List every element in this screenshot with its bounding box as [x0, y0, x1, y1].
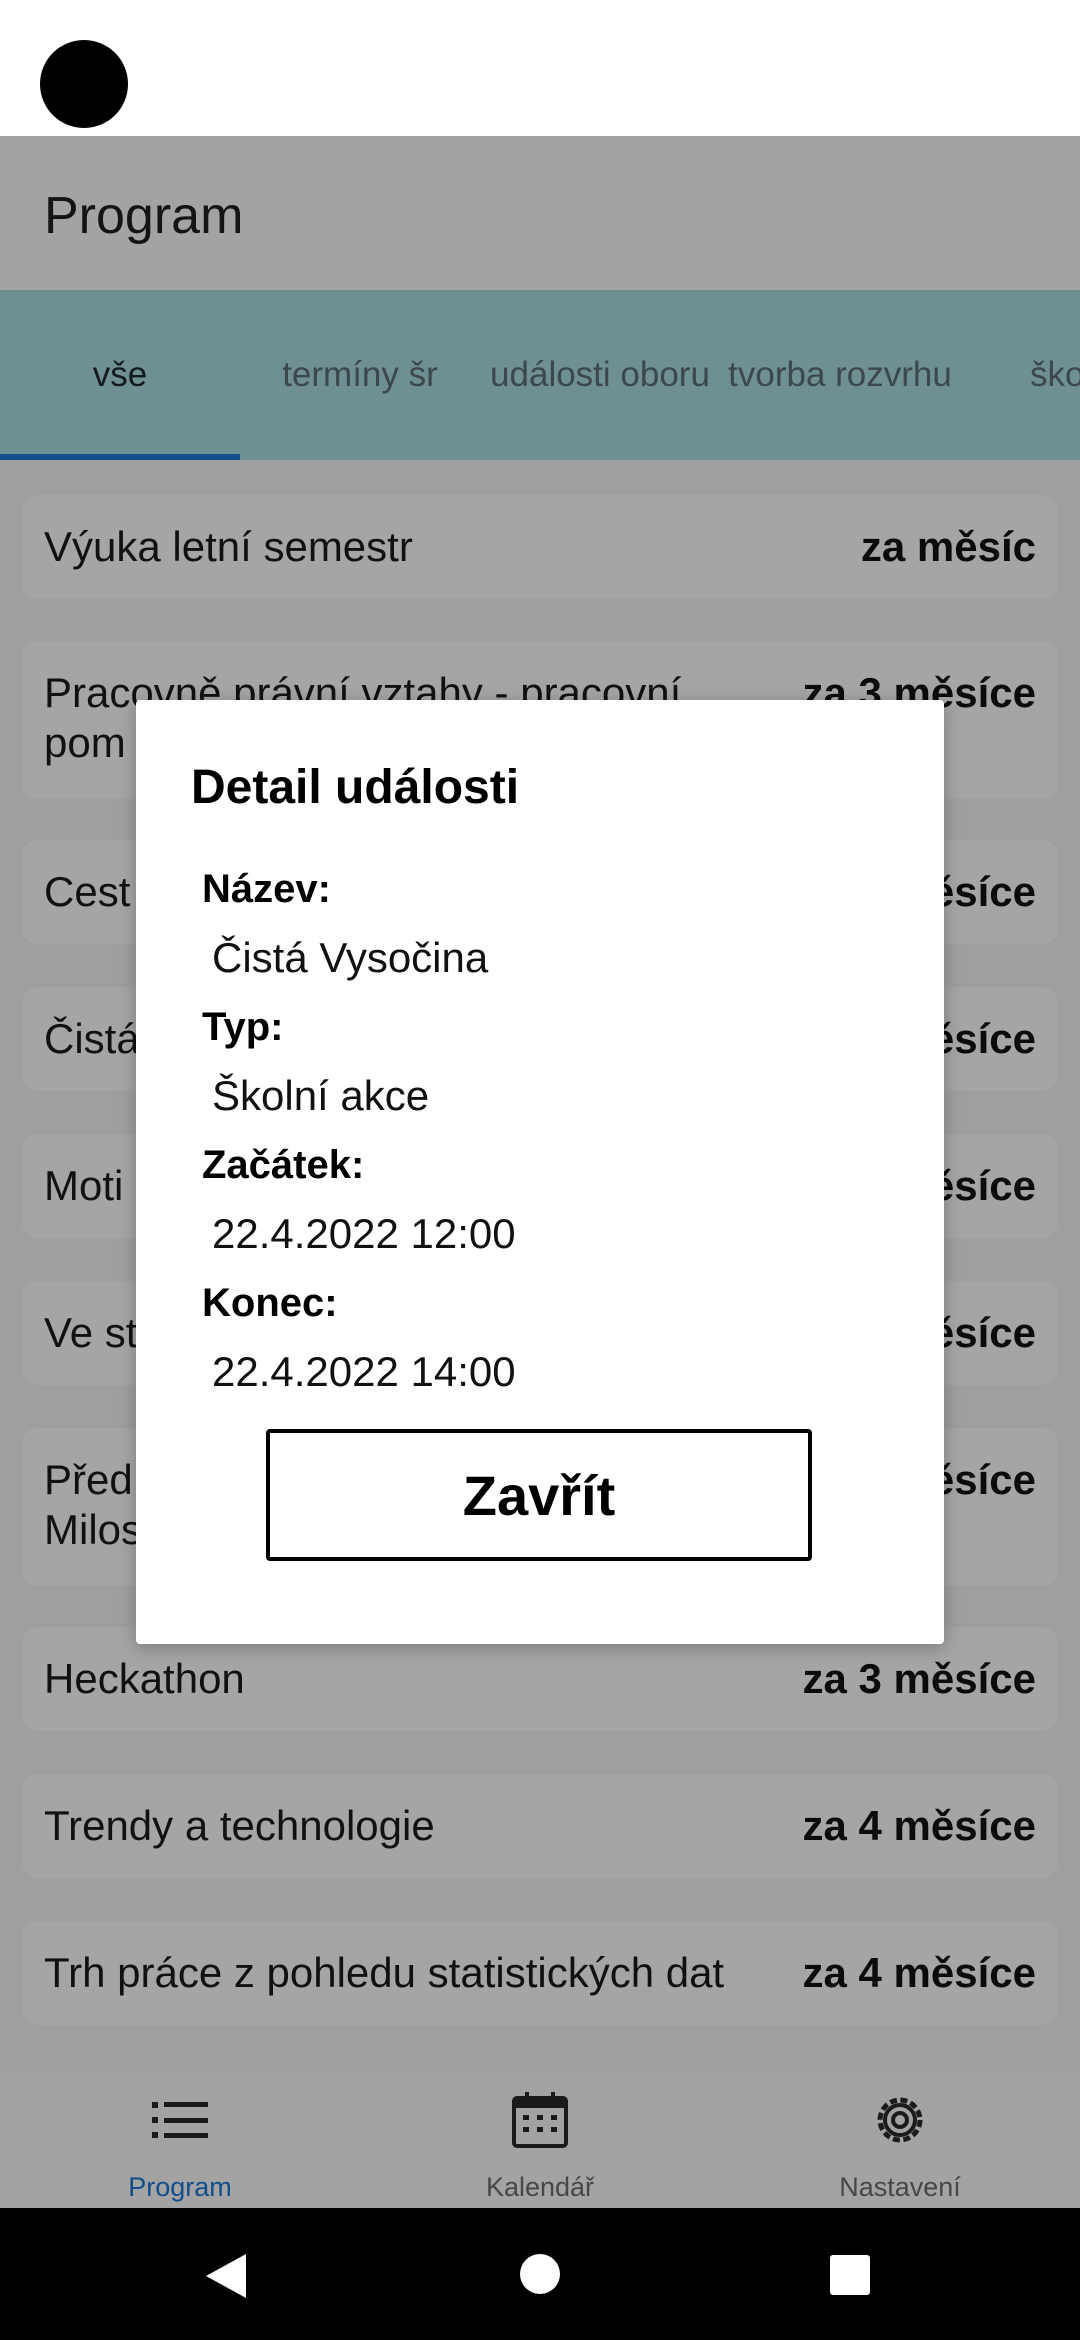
end-value: 22.4.2022 14:00: [212, 1348, 516, 1395]
name-label: Název:: [202, 867, 331, 911]
close-button[interactable]: Zavřít: [266, 1429, 812, 1561]
end-label: Konec:: [202, 1281, 338, 1325]
event-detail-dialog: Detail události Název: Čistá Vysočina Ty…: [136, 700, 944, 1644]
type-value: Školní akce: [212, 1072, 430, 1119]
camera-cutout: [40, 40, 128, 128]
recents-icon[interactable]: [829, 2254, 871, 2296]
name-value: Čistá Vysočina: [212, 934, 489, 981]
start-label: Začátek:: [202, 1143, 365, 1187]
dialog-title: Detail události: [191, 761, 520, 814]
home-icon[interactable]: [518, 2252, 562, 2296]
start-value: 22.4.2022 12:00: [212, 1210, 516, 1257]
status-bar: [0, 0, 1080, 136]
type-label: Typ:: [202, 1005, 284, 1049]
back-icon[interactable]: [202, 2252, 248, 2300]
system-navigation-bar: [0, 2208, 1080, 2340]
